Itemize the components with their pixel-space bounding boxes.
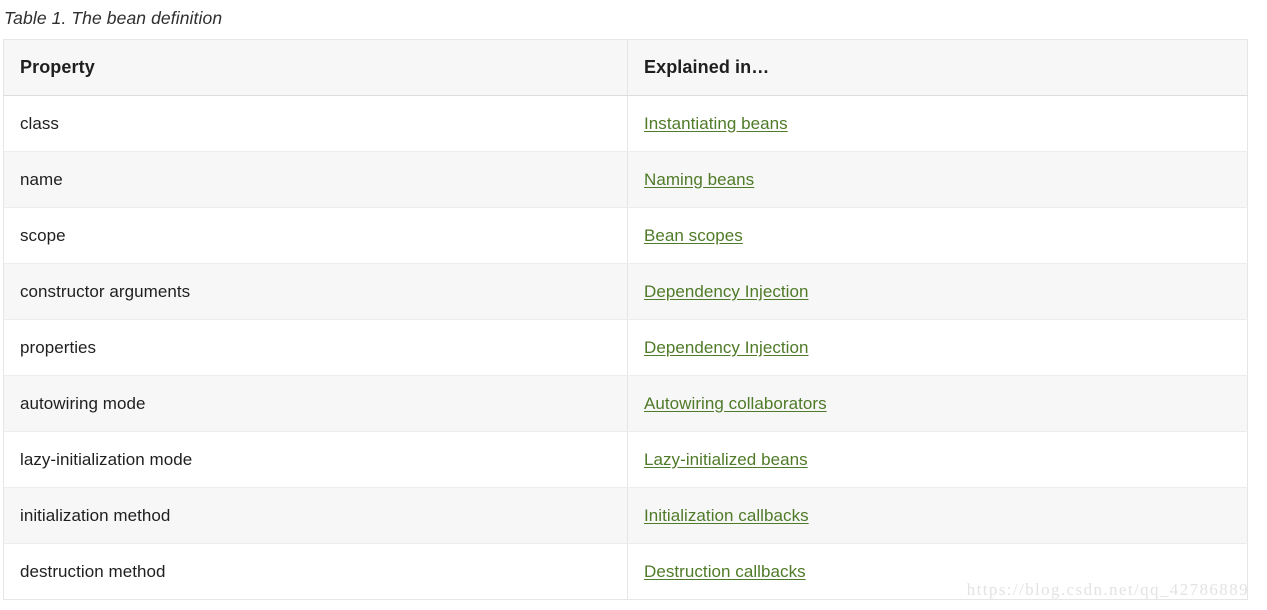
link-naming-beans[interactable]: Naming beans — [644, 170, 754, 189]
link-bean-scopes[interactable]: Bean scopes — [644, 226, 743, 245]
link-autowiring-collaborators[interactable]: Autowiring collaborators — [644, 394, 827, 413]
table-row: scope Bean scopes — [3, 207, 1248, 264]
link-dependency-injection-constructor[interactable]: Dependency Injection — [644, 282, 809, 301]
link-destruction-callbacks[interactable]: Destruction callbacks — [644, 562, 806, 581]
cell-property: name — [3, 151, 628, 208]
column-header-property: Property — [3, 39, 628, 96]
table-row: name Naming beans — [3, 151, 1248, 208]
table-row: class Instantiating beans — [3, 95, 1248, 152]
table-row: lazy-initialization mode Lazy-initialize… — [3, 431, 1248, 488]
table-row: autowiring mode Autowiring collaborators — [3, 375, 1248, 432]
link-lazy-initialized-beans[interactable]: Lazy-initialized beans — [644, 450, 808, 469]
page-root: Table 1. The bean definition Property Ex… — [0, 0, 1267, 610]
table-row: constructor arguments Dependency Injecti… — [3, 263, 1248, 320]
cell-property: lazy-initialization mode — [3, 431, 628, 488]
cell-property: destruction method — [3, 543, 628, 600]
cell-explained-in: Autowiring collaborators — [627, 375, 1248, 432]
link-instantiating-beans[interactable]: Instantiating beans — [644, 114, 788, 133]
link-dependency-injection-properties[interactable]: Dependency Injection — [644, 338, 809, 357]
cell-explained-in: Lazy-initialized beans — [627, 431, 1248, 488]
cell-property: properties — [3, 319, 628, 376]
table-container: Property Explained in… class Instantiati… — [3, 39, 1248, 600]
table-header: Property Explained in… — [3, 39, 1248, 96]
cell-property: scope — [3, 207, 628, 264]
table-row: properties Dependency Injection — [3, 319, 1248, 376]
cell-property: autowiring mode — [3, 375, 628, 432]
cell-property: constructor arguments — [3, 263, 628, 320]
cell-explained-in: Naming beans — [627, 151, 1248, 208]
table-row: destruction method Destruction callbacks — [3, 543, 1248, 600]
cell-explained-in: Dependency Injection — [627, 263, 1248, 320]
cell-explained-in: Dependency Injection — [627, 319, 1248, 376]
link-initialization-callbacks[interactable]: Initialization callbacks — [644, 506, 809, 525]
table-header-row: Property Explained in… — [3, 39, 1248, 96]
column-header-explained-in: Explained in… — [627, 39, 1248, 96]
cell-explained-in: Bean scopes — [627, 207, 1248, 264]
table-row: initialization method Initialization cal… — [3, 487, 1248, 544]
cell-explained-in: Destruction callbacks — [628, 544, 1248, 600]
table-caption: Table 1. The bean definition — [4, 8, 223, 28]
cell-property: initialization method — [3, 487, 628, 544]
cell-explained-in: Instantiating beans — [627, 95, 1248, 152]
cell-explained-in: Initialization callbacks — [627, 487, 1248, 544]
table-body: class Instantiating beans name Naming be… — [3, 95, 1248, 600]
bean-definition-table: Property Explained in… class Instantiati… — [3, 39, 1248, 600]
cell-property: class — [3, 95, 628, 152]
